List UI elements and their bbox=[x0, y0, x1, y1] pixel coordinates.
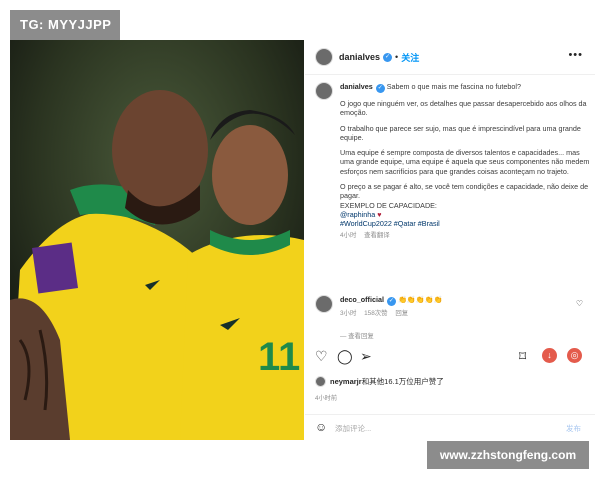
extension-icon[interactable]: ◎ bbox=[567, 348, 582, 363]
separator-dot: • bbox=[395, 52, 399, 62]
caption-line: EXEMPLO DE CAPACIDADE: bbox=[340, 200, 437, 210]
header-username[interactable]: danialves bbox=[339, 52, 380, 62]
liked-by-text[interactable]: 和其他16.1万位用户赞了 bbox=[362, 376, 444, 387]
view-replies-label: 查看回复 bbox=[348, 333, 374, 340]
mention-link[interactable]: @raphinha bbox=[340, 210, 375, 219]
verified-icon: ✓ bbox=[383, 52, 393, 62]
comment-time: 3小时 bbox=[340, 310, 357, 317]
comment-meta: 3小时 158次赞 回复 bbox=[340, 308, 443, 317]
comment-like-icon[interactable]: ♡ bbox=[576, 299, 583, 308]
caption-time: 4小时 bbox=[340, 231, 357, 239]
comment-icon[interactable]: ◯ bbox=[337, 348, 353, 364]
add-comment-bar: ☺ 添加评论... 发布 bbox=[305, 414, 595, 441]
post-button[interactable]: 发布 bbox=[566, 423, 581, 434]
liked-by: neymarjr 和其他16.1万位用户赞了 bbox=[315, 376, 444, 387]
caption-line: O preço a se pagar é alto, se você tem c… bbox=[340, 182, 589, 201]
more-horizontal-icon[interactable]: ••• bbox=[568, 49, 583, 61]
watermark-top: TG: MYYJJPP bbox=[10, 10, 120, 40]
heart-emoji: ♥ bbox=[377, 209, 382, 219]
comment-likes[interactable]: 158次赞 bbox=[364, 310, 387, 317]
comment-username[interactable]: deco_official bbox=[340, 295, 384, 304]
action-bar: ♡ ◯ ➢ ⌑ ↓ ◎ bbox=[305, 348, 595, 368]
avatar[interactable] bbox=[315, 295, 333, 313]
post-image[interactable]: 11 bbox=[10, 40, 304, 440]
caption-line: O jogo que ninguém ver, os detalhes que … bbox=[340, 99, 587, 118]
heart-icon[interactable]: ♡ bbox=[315, 348, 328, 364]
watermark-bottom: www.zzhstongfeng.com bbox=[427, 441, 589, 469]
comment-input[interactable]: 添加评论... bbox=[335, 423, 371, 434]
caption-line: O trabalho que parece ser sujo, mas que … bbox=[340, 123, 581, 142]
caption-body: danialves ✓ Sabem o que mais me fascina n… bbox=[340, 82, 590, 240]
view-replies[interactable]: — 查看回复 bbox=[340, 331, 374, 340]
follow-button[interactable]: 关注 bbox=[401, 51, 419, 64]
see-translation-link[interactable]: 查看翻译 bbox=[364, 232, 390, 239]
avatar[interactable] bbox=[315, 82, 333, 100]
download-icon[interactable]: ↓ bbox=[542, 348, 557, 363]
caption-line: Sabem o que mais me fascina no futebol? bbox=[386, 82, 522, 91]
reply-link[interactable]: 回复 bbox=[395, 310, 408, 317]
avatar[interactable] bbox=[315, 376, 326, 387]
bookmark-icon[interactable]: ⌑ bbox=[519, 348, 526, 364]
post-time: 4小时前 bbox=[315, 395, 338, 402]
avatar[interactable] bbox=[315, 48, 333, 66]
comment: deco_official ✓ 👏👏👏👏👏 3小时 158次赞 回复 ♡ — 查看… bbox=[315, 295, 587, 340]
caption-username[interactable]: danialves bbox=[340, 82, 373, 91]
comment-body: deco_official ✓ 👏👏👏👏👏 3小时 158次赞 回复 bbox=[340, 295, 443, 317]
post-panel: danialves ✓ • 关注 ••• danialves ✓ Sabem o … bbox=[305, 40, 595, 440]
verified-icon: ✓ bbox=[375, 84, 385, 93]
post-header: danialves ✓ • 关注 ••• bbox=[305, 40, 595, 75]
players-photo: 11 bbox=[10, 40, 304, 440]
caption-meta: 4小时 查看翻译 bbox=[340, 231, 590, 240]
verified-icon: ✓ bbox=[386, 297, 396, 306]
comment-text: 👏👏👏👏👏 bbox=[397, 295, 443, 304]
caption-line: Uma equipe é sempre composta de diversos… bbox=[340, 148, 590, 176]
hashtags[interactable]: #WorldCup2022 #Qatar #Brasil bbox=[340, 219, 590, 228]
jersey-number: 11 bbox=[258, 335, 300, 379]
liked-by-user[interactable]: neymarjr bbox=[330, 377, 362, 386]
send-icon[interactable]: ➢ bbox=[360, 348, 372, 364]
emoji-icon[interactable]: ☺ bbox=[315, 420, 327, 434]
